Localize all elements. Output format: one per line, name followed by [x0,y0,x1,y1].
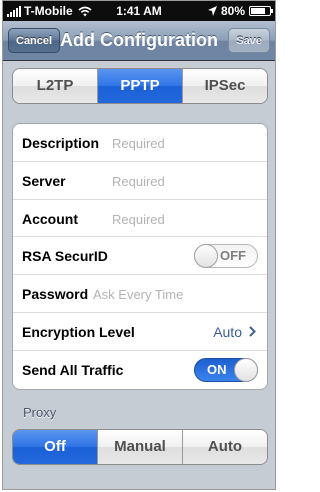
server-label: Server [22,172,66,189]
proxy-segmented-control: Off Manual Auto [12,429,268,465]
rsa-securid-label: RSA SecurID [22,248,108,265]
encryption-level-detail: Auto [213,324,256,340]
status-right: 80% [207,4,273,18]
toggle-knob [194,244,218,269]
proxy-off[interactable]: Off [13,430,98,464]
description-label: Description [22,135,100,151]
vpn-type-ipsec[interactable]: IPSec [183,69,267,103]
password-label: Password [22,286,89,303]
send-all-traffic-row: Send All Traffic ON [13,351,267,389]
battery-level [251,8,266,14]
rsa-securid-state: OFF [220,248,246,264]
proxy-auto[interactable]: Auto [183,430,267,464]
battery-icon [249,6,273,16]
server-field[interactable]: Required [112,174,165,189]
phone-screen: T-Mobile 1:41 AM 80% Cancel Add Configur… [2,0,276,490]
vpn-type-pptp[interactable]: PPTP [98,69,183,103]
proxy-section-header: Proxy [23,405,57,420]
battery-percent: 80% [220,4,245,18]
rsa-securid-row: RSA SecurID OFF [13,237,267,276]
location-icon [207,6,217,16]
status-bar: T-Mobile 1:41 AM 80% [3,1,275,21]
send-all-traffic-label: Send All Traffic [22,361,124,378]
account-row[interactable]: Account Required [13,200,267,238]
navigation-bar: Cancel Add Configuration Save [3,21,275,61]
password-row[interactable]: Password Ask Every Time [13,275,267,313]
vpn-type-l2tp[interactable]: L2TP [13,69,98,103]
account-field[interactable]: Required [112,212,165,227]
description-row[interactable]: Description Required [13,124,267,162]
encryption-level-label: Encryption Level [22,323,135,340]
description-field[interactable]: Required [112,136,165,151]
account-label: Account [22,210,78,227]
encryption-level-row[interactable]: Encryption Level Auto [13,313,267,351]
vpn-type-segmented-control: L2TP PPTP IPSec [12,68,268,104]
password-field[interactable]: Ask Every Time [93,287,183,302]
rsa-securid-toggle[interactable]: OFF [194,244,258,269]
vpn-settings-group: Description Required Server Required Acc… [12,123,268,390]
server-row[interactable]: Server Required [13,162,267,200]
send-all-traffic-toggle[interactable]: ON [194,357,258,382]
chevron-right-icon [249,326,256,338]
toggle-knob [234,357,258,382]
save-button[interactable]: Save [228,28,270,53]
send-all-traffic-state: ON [207,361,227,377]
encryption-level-value: Auto [213,323,242,340]
proxy-manual[interactable]: Manual [98,430,183,464]
